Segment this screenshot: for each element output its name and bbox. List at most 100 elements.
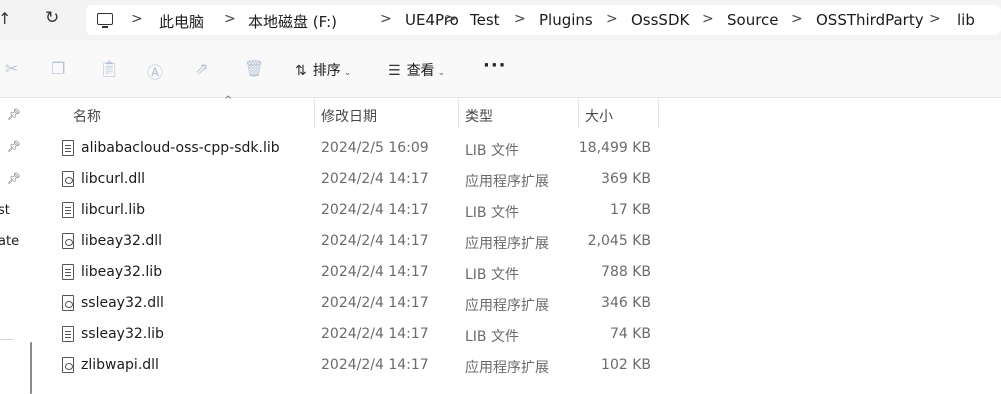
breadcrumb[interactable]: > 此电脑 > 本地磁盘 (F:) > UE4Pro > Test > Plug…: [86, 5, 1001, 35]
breadcrumb-item-test[interactable]: Test: [470, 11, 500, 29]
refresh-icon[interactable]: ↻: [45, 8, 59, 28]
list-item[interactable]: libcurl.dll 2024/2/4 14:17 应用程序扩展 369 KB: [56, 165, 656, 195]
breadcrumb-item-source[interactable]: Source: [727, 11, 779, 29]
breadcrumb-item-this-pc[interactable]: 此电脑: [159, 11, 204, 32]
file-size: 346 KB: [601, 295, 651, 311]
view-list-icon: ☰: [388, 63, 401, 79]
file-modified: 2024/2/4 14:17: [321, 357, 429, 373]
breadcrumb-separator-icon[interactable]: >: [791, 11, 803, 27]
file-modified: 2024/2/4 14:17: [321, 171, 429, 187]
column-header-type[interactable]: 类型: [465, 99, 493, 129]
breadcrumb-separator-icon[interactable]: >: [702, 11, 714, 27]
breadcrumb-item-osssdk[interactable]: OssSDK: [631, 11, 689, 29]
list-item[interactable]: libeay32.lib 2024/2/4 14:17 LIB 文件 788 K…: [56, 258, 656, 288]
command-bar: ✂ ❐ 📋︎ Ⓐ ⇗ 🗑︎ ⇅ 排序 ⌄ ☰ 查看 ⌄ ···: [0, 40, 1001, 98]
pin-icon[interactable]: 📌︎: [7, 140, 21, 153]
scrollbar[interactable]: [30, 342, 32, 394]
chevron-down-icon: ⌄: [343, 68, 352, 78]
list-item[interactable]: libcurl.lib 2024/2/4 14:17 LIB 文件 17 KB: [56, 196, 656, 226]
breadcrumb-separator-icon[interactable]: >: [929, 11, 941, 27]
breadcrumb-item-drive[interactable]: 本地磁盘 (F:): [248, 11, 337, 32]
nav-item-partial[interactable]: st: [0, 203, 10, 218]
delete-icon[interactable]: 🗑︎: [244, 59, 264, 78]
share-icon[interactable]: ⇗: [195, 59, 208, 78]
column-header-modified[interactable]: 修改日期: [321, 99, 377, 129]
computer-icon[interactable]: [97, 13, 113, 28]
sort-ascending-icon: ^: [224, 95, 233, 106]
file-type: 应用程序扩展: [465, 360, 549, 376]
copy-icon[interactable]: ❐: [51, 59, 65, 78]
rename-icon[interactable]: Ⓐ: [147, 59, 163, 83]
file-type: 应用程序扩展: [465, 174, 549, 190]
dll-file-icon: [62, 357, 74, 373]
breadcrumb-separator-icon[interactable]: >: [224, 11, 236, 27]
column-header-name[interactable]: 名称: [73, 99, 101, 129]
file-name: libeay32.dll: [81, 233, 163, 249]
file-name: ssleay32.dll: [81, 295, 164, 311]
breadcrumb-separator-icon[interactable]: >: [445, 11, 457, 27]
more-options-button[interactable]: ···: [483, 55, 507, 76]
file-name: alibabacloud-oss-cpp-sdk.lib: [81, 140, 280, 156]
column-header-size[interactable]: 大小: [585, 99, 613, 129]
file-type: LIB 文件: [465, 267, 519, 283]
address-bar: ↑ ↻ > 此电脑 > 本地磁盘 (F:) > UE4Pro > Test > …: [0, 0, 1001, 40]
file-type: 应用程序扩展: [465, 298, 549, 314]
pin-icon[interactable]: 📌︎: [7, 108, 21, 121]
column-divider[interactable]: [578, 99, 579, 129]
file-modified: 2024/2/4 14:17: [321, 295, 429, 311]
column-divider[interactable]: [314, 99, 315, 129]
file-type: LIB 文件: [465, 205, 519, 221]
file-modified: 2024/2/4 14:17: [321, 202, 429, 218]
file-size: 102 KB: [601, 357, 651, 373]
file-size: 74 KB: [609, 326, 651, 342]
file-modified: 2024/2/4 14:17: [321, 233, 429, 249]
breadcrumb-separator-icon[interactable]: >: [606, 11, 618, 27]
paste-icon[interactable]: 📋︎: [99, 59, 119, 78]
file-type: 应用程序扩展: [465, 236, 549, 252]
navigation-pane: 📌︎ 📌︎ 📌︎ st ate: [0, 99, 38, 394]
sort-icon: ⇅: [295, 63, 307, 79]
file-type: LIB 文件: [465, 143, 519, 159]
column-headers: ^ 名称 修改日期 类型 大小: [40, 95, 660, 129]
sort-button[interactable]: ⇅ 排序 ⌄: [295, 60, 351, 80]
chevron-down-icon: ⌄: [437, 68, 446, 78]
breadcrumb-separator-icon[interactable]: >: [514, 11, 526, 27]
lib-file-icon: [62, 326, 74, 342]
file-name: ssleay32.lib: [81, 326, 164, 342]
file-name: libcurl.lib: [81, 202, 145, 218]
breadcrumb-item-lib[interactable]: lib: [957, 11, 975, 29]
file-modified: 2024/2/5 16:09: [321, 140, 429, 156]
list-item[interactable]: ssleay32.lib 2024/2/4 14:17 LIB 文件 74 KB: [56, 320, 656, 350]
pin-icon[interactable]: 📌︎: [7, 172, 21, 185]
view-button[interactable]: ☰ 查看 ⌄: [388, 60, 445, 80]
sort-label: 排序: [312, 63, 341, 79]
lib-file-icon: [62, 202, 74, 218]
file-size: 788 KB: [601, 264, 651, 280]
file-modified: 2024/2/4 14:17: [321, 326, 429, 342]
file-name: libeay32.lib: [81, 264, 163, 280]
file-size: 17 KB: [609, 202, 651, 218]
file-type: LIB 文件: [465, 329, 519, 345]
list-item[interactable]: ssleay32.dll 2024/2/4 14:17 应用程序扩展 346 K…: [56, 289, 656, 319]
breadcrumb-item-plugins[interactable]: Plugins: [539, 11, 593, 29]
lib-file-icon: [62, 264, 74, 280]
cut-icon[interactable]: ✂: [5, 59, 18, 78]
file-modified: 2024/2/4 14:17: [321, 264, 429, 280]
up-arrow-icon[interactable]: ↑: [0, 9, 11, 28]
list-item[interactable]: zlibwapi.dll 2024/2/4 14:17 应用程序扩展 102 K…: [56, 351, 656, 381]
breadcrumb-item-ossthirdparty[interactable]: OSSThirdParty: [816, 11, 924, 29]
view-label: 查看: [406, 63, 435, 79]
list-item[interactable]: alibabacloud-oss-cpp-sdk.lib 2024/2/5 16…: [56, 134, 656, 164]
dll-file-icon: [62, 171, 74, 187]
file-name: libcurl.dll: [81, 171, 145, 187]
nav-item-partial[interactable]: ate: [0, 234, 19, 249]
column-divider[interactable]: [458, 99, 459, 129]
breadcrumb-separator-icon[interactable]: >: [131, 11, 143, 27]
lib-file-icon: [62, 140, 74, 156]
column-divider[interactable]: [658, 99, 659, 129]
file-name: zlibwapi.dll: [81, 357, 159, 373]
list-item[interactable]: libeay32.dll 2024/2/4 14:17 应用程序扩展 2,045…: [56, 227, 656, 257]
dll-file-icon: [62, 295, 74, 311]
breadcrumb-separator-icon[interactable]: >: [380, 11, 392, 27]
file-size: 369 KB: [601, 171, 651, 187]
